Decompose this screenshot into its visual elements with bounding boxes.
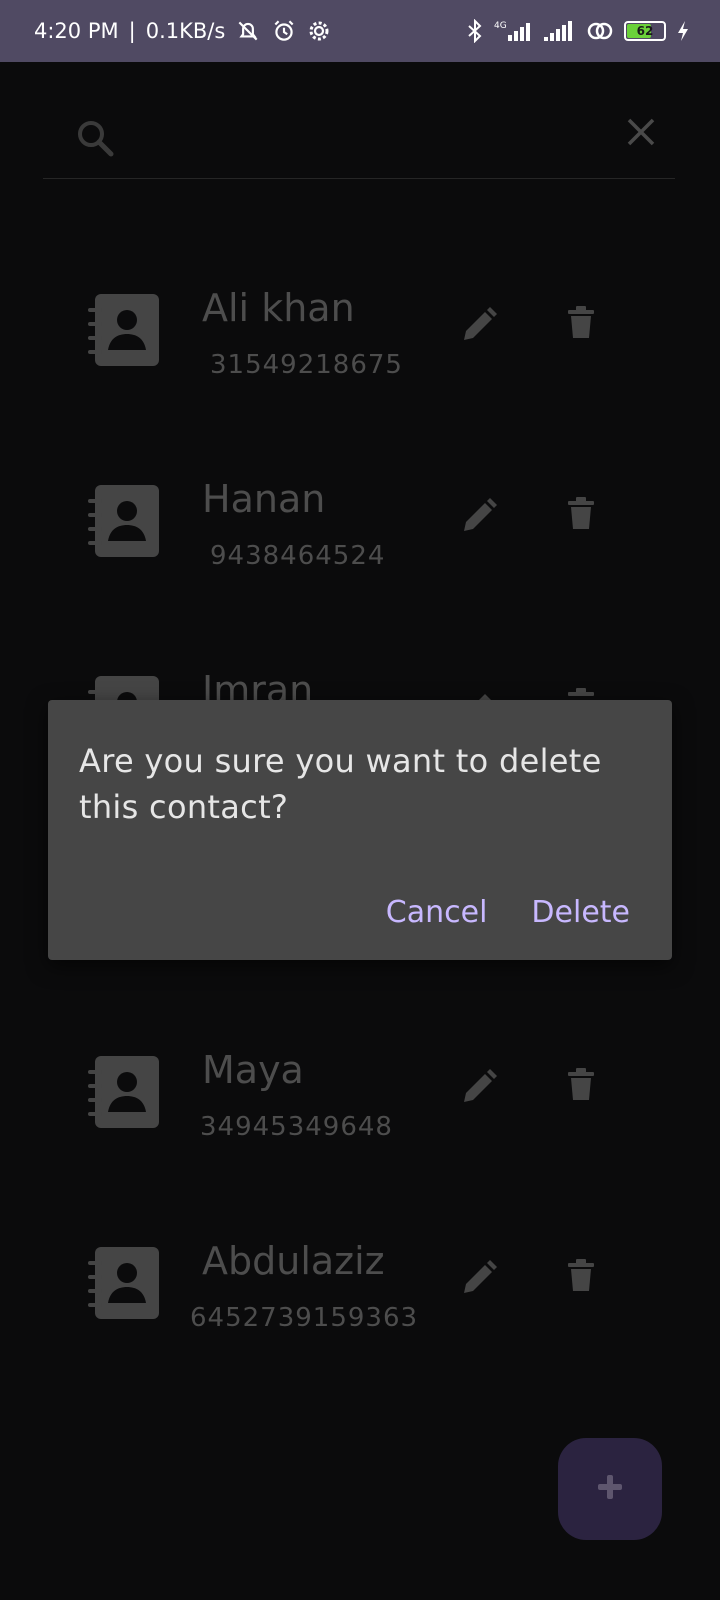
dialog-actions: Cancel Delete xyxy=(386,895,630,930)
delete-button[interactable]: Delete xyxy=(531,895,630,930)
bluetooth-icon xyxy=(466,19,484,43)
plus-icon xyxy=(596,1473,624,1505)
status-bar-right: 4G 62 xyxy=(466,19,690,43)
alarm-icon xyxy=(271,18,297,44)
add-contact-button[interactable] xyxy=(558,1438,662,1540)
delete-confirmation-dialog: Are you sure you want to delete this con… xyxy=(48,700,672,960)
dialog-message: Are you sure you want to delete this con… xyxy=(79,742,602,826)
signal-icon xyxy=(544,19,576,43)
svg-text:4G: 4G xyxy=(494,21,507,31)
mute-notifications-icon xyxy=(235,18,261,44)
cancel-button[interactable]: Cancel xyxy=(386,895,488,930)
status-bar-left: 4:20 PM | 0.1KB/s xyxy=(34,18,331,44)
battery-icon: 62 xyxy=(624,21,666,41)
signal-4g-icon: 4G xyxy=(494,19,534,43)
battery-level: 62 xyxy=(636,24,654,38)
status-bar: 4:20 PM | 0.1KB/s 4G 62 xyxy=(0,0,720,62)
charging-icon xyxy=(676,20,690,42)
settings-icon xyxy=(307,19,331,43)
hotspot-icon xyxy=(586,19,614,43)
status-network-speed: 0.1KB/s xyxy=(145,19,226,43)
status-separator: | xyxy=(128,19,136,43)
status-time: 4:20 PM xyxy=(34,19,119,43)
